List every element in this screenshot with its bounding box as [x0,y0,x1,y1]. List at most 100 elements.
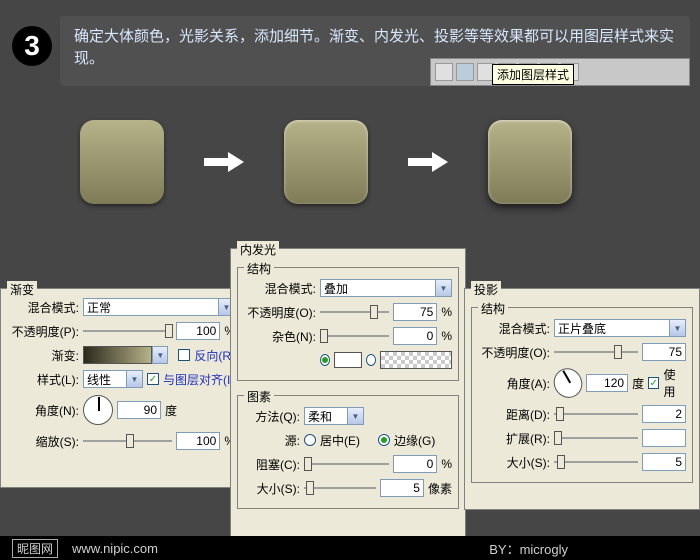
blend-mode-label: 混合模式: [7,299,79,316]
opacity-slider[interactable] [83,322,172,340]
angle-label: 角度(N): [7,402,79,419]
scale-input[interactable]: 100 [176,432,220,450]
gradient-radio[interactable] [366,354,376,366]
source-label: 源: [244,432,300,449]
gradient-panel: 渐变 混合模式: 正常 不透明度(P): 100 % 渐变: 反向(R) 样式(… [0,288,242,488]
blend-mode-combo[interactable]: 正片叠底 [554,319,686,337]
footer: 昵图网 www.nipic.com BY：microgly [0,536,700,560]
link-icon[interactable] [435,63,453,81]
align-label: 与图层对齐(I) [163,371,234,388]
panel-title: 内发光 [237,241,279,258]
distance-input[interactable]: 2 [642,405,686,423]
angle-input[interactable]: 120 [586,374,628,392]
blend-mode-label: 混合模式: [244,280,316,297]
size-slider[interactable] [554,453,638,471]
size-label: 大小(S): [478,454,550,471]
preview-square-2 [284,120,368,204]
angle-input[interactable]: 90 [117,401,161,419]
angle-label: 角度(A): [478,375,550,392]
inner-glow-panel: 内发光 结构 混合模式: 叠加 不透明度(O): 75 % 杂色(N): 0 %… [230,248,466,544]
unit-label: % [441,457,452,471]
layer-style-tooltip: 添加图层样式 [492,64,574,85]
chevron-down-icon[interactable] [435,280,451,296]
scale-slider[interactable] [83,432,172,450]
author-credit: BY：microgly [489,539,568,558]
source-center-label: 居中(E) [320,432,360,449]
size-label: 大小(S): [244,480,300,497]
panel-title: 投影 [471,281,501,298]
noise-input[interactable]: 0 [393,327,437,345]
noise-label: 杂色(N): [244,328,316,345]
opacity-input[interactable]: 75 [393,303,437,321]
align-checkbox[interactable]: ✓ [147,373,159,385]
global-light-checkbox[interactable]: ✓ [648,377,659,389]
group-title: 图素 [244,388,274,405]
reverse-label: 反向(R) [194,347,235,364]
opacity-input[interactable]: 100 [176,322,220,340]
preview-row [80,120,572,204]
drop-shadow-panel: 投影 结构 混合模式: 正片叠底 不透明度(O): 75 角度(A): 120 … [464,288,700,510]
choke-input[interactable]: 0 [393,455,437,473]
chevron-down-icon[interactable] [126,371,142,387]
blend-mode-label: 混合模式: [478,320,550,337]
unit-label: % [441,329,452,343]
angle-dial[interactable] [83,395,113,425]
distance-slider[interactable] [554,405,638,423]
gradient-swatch[interactable] [83,346,152,364]
source-center-radio[interactable] [304,434,316,446]
spread-slider[interactable] [554,429,638,447]
group-title: 结构 [478,300,508,317]
unit-label: 度 [632,375,644,392]
choke-slider[interactable] [304,455,389,473]
chevron-down-icon[interactable] [152,346,168,364]
site-url: www.nipic.com [72,541,158,556]
style-combo[interactable]: 线性 [83,370,143,388]
preview-square-3 [488,120,572,204]
unit-label: 像素 [428,480,452,497]
source-edge-radio[interactable] [378,434,390,446]
noise-slider[interactable] [320,327,389,345]
spread-input[interactable] [642,429,686,447]
glow-color-swatch[interactable] [334,352,362,368]
style-label: 样式(L): [7,371,79,388]
color-radio[interactable] [320,354,330,366]
reverse-checkbox[interactable] [178,349,190,361]
choke-label: 阻塞(C): [244,456,300,473]
opacity-slider[interactable] [554,343,638,361]
size-slider[interactable] [304,479,376,497]
method-combo[interactable]: 柔和 [304,407,364,425]
opacity-label: 不透明度(O): [478,344,550,361]
spread-label: 扩展(R): [478,430,550,447]
angle-dial[interactable] [548,363,587,403]
gradient-label: 渐变: [7,347,79,364]
group-title: 结构 [244,260,274,277]
unit-label: % [441,305,452,319]
opacity-input[interactable]: 75 [642,343,686,361]
arrow-icon [408,152,448,172]
opacity-slider[interactable] [320,303,389,321]
size-input[interactable]: 5 [380,479,424,497]
chevron-down-icon[interactable] [347,408,363,424]
size-input[interactable]: 5 [642,453,686,471]
opacity-label: 不透明度(P): [7,323,79,340]
brand-badge: 昵图网 [12,539,58,558]
elements-group: 图素 方法(Q): 柔和 源: 居中(E) 边缘(G) 阻塞(C): 0 % 大… [237,395,459,509]
structure-group: 结构 混合模式: 正片叠底 不透明度(O): 75 角度(A): 120 度 ✓… [471,307,693,483]
global-light-label: 使用 [663,366,686,400]
method-label: 方法(Q): [244,408,300,425]
fx-icon[interactable] [456,63,474,81]
blend-mode-combo[interactable]: 叠加 [320,279,452,297]
unit-label: 度 [165,402,177,419]
opacity-label: 不透明度(O): [244,304,316,321]
chevron-down-icon[interactable] [669,320,685,336]
structure-group: 结构 混合模式: 叠加 不透明度(O): 75 % 杂色(N): 0 % [237,267,459,381]
blend-mode-combo[interactable]: 正常 [83,298,235,316]
arrow-icon [204,152,244,172]
panel-title: 渐变 [7,281,37,298]
source-edge-label: 边缘(G) [394,432,435,449]
step-number-badge: 3 [12,26,52,66]
distance-label: 距离(D): [478,406,550,423]
scale-label: 缩放(S): [7,433,79,450]
glow-gradient-swatch[interactable] [380,351,452,369]
preview-square-1 [80,120,164,204]
